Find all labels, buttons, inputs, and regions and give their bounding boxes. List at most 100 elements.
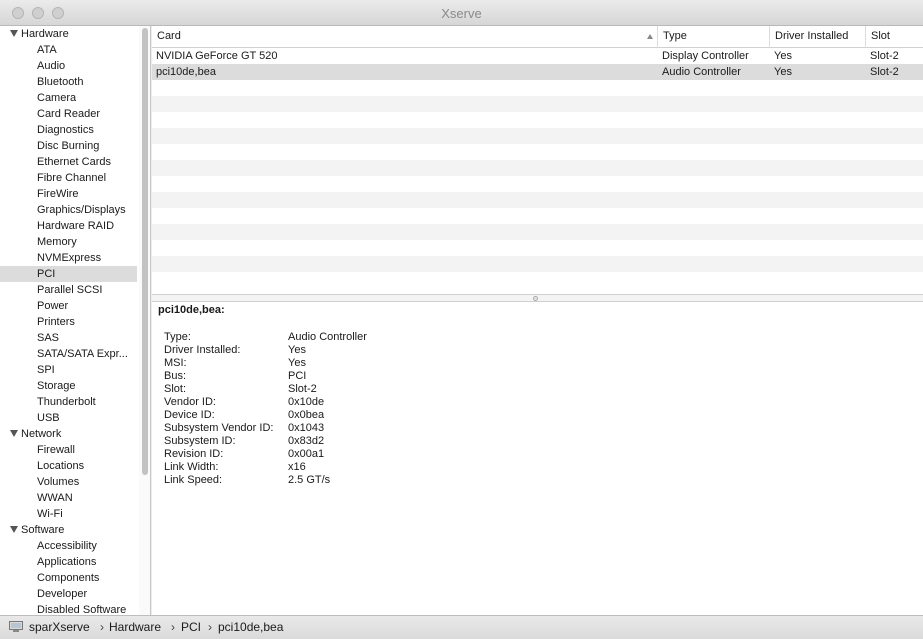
- sidebar-item-graphics-displays[interactable]: Graphics/Displays: [0, 202, 137, 218]
- detail-field-value: Audio Controller: [288, 331, 367, 343]
- sidebar-item-locations[interactable]: Locations: [0, 458, 137, 474]
- empty-table-row: [152, 96, 923, 112]
- sidebar-item-storage[interactable]: Storage: [0, 378, 137, 394]
- cell-card: NVIDIA GeForce GT 520: [156, 50, 278, 62]
- disclosure-triangle-icon[interactable]: [10, 430, 18, 437]
- breadcrumb-item[interactable]: pci10de,bea: [218, 616, 283, 638]
- computer-icon: [9, 621, 23, 632]
- empty-table-row: [152, 128, 923, 144]
- empty-table-row: [152, 80, 923, 96]
- sidebar-item-spi[interactable]: SPI: [0, 362, 137, 378]
- sidebar-item-accessibility[interactable]: Accessibility: [0, 538, 137, 554]
- sidebar-item-components[interactable]: Components: [0, 570, 137, 586]
- column-header-card[interactable]: Card: [152, 26, 658, 48]
- detail-field-value: x16: [288, 461, 306, 473]
- sidebar-item-parallel-scsi[interactable]: Parallel SCSI: [0, 282, 137, 298]
- sidebar-item-hardware-raid[interactable]: Hardware RAID: [0, 218, 137, 234]
- detail-field-label: Device ID:: [164, 409, 215, 421]
- cell-slot: Slot-2: [870, 66, 899, 78]
- title-bar: Xserve: [0, 0, 923, 26]
- empty-table-row: [152, 224, 923, 240]
- breadcrumb-item[interactable]: Hardware: [109, 616, 161, 638]
- detail-field-label: Bus:: [164, 370, 187, 382]
- splitter-handle-icon[interactable]: [533, 296, 538, 301]
- sidebar-item-wi-fi[interactable]: Wi-Fi: [0, 506, 137, 522]
- sidebar-section-label: Software: [21, 524, 65, 536]
- sidebar-section-software[interactable]: Software: [0, 522, 137, 538]
- detail-field-label: MSI:: [164, 357, 187, 369]
- table-row[interactable]: pci10de,bea Audio Controller Yes Slot-2: [152, 64, 923, 80]
- sidebar-section-network[interactable]: Network: [0, 426, 137, 442]
- detail-field-value: 0x1043: [288, 422, 325, 434]
- detail-field-label: Type:: [164, 331, 191, 343]
- empty-table-row: [152, 112, 923, 128]
- system-information-window: Xserve Hardware ATA Audio Bluetooth Camera Ca…: [0, 0, 923, 639]
- sidebar-item-wwan[interactable]: WWAN: [0, 490, 137, 506]
- sidebar-item-ethernet-cards[interactable]: Ethernet Cards: [0, 154, 137, 170]
- sidebar-item-volumes[interactable]: Volumes: [0, 474, 137, 490]
- detail-field-label: Driver Installed:: [164, 344, 241, 356]
- sidebar-item-memory[interactable]: Memory: [0, 234, 137, 250]
- sidebar-section-hardware[interactable]: Hardware: [0, 26, 137, 42]
- table-row[interactable]: NVIDIA GeForce GT 520 Display Controller Y…: [152, 48, 923, 64]
- pane-splitter[interactable]: [152, 294, 923, 302]
- sidebar-item-pci[interactable]: PCI: [0, 266, 137, 282]
- detail-field-label: Link Speed:: [164, 474, 223, 486]
- sidebar-item-developer[interactable]: Developer: [0, 586, 137, 602]
- cell-card: pci10de,bea: [156, 66, 216, 78]
- empty-table-row: [152, 176, 923, 192]
- sidebar-item-disabled-software[interactable]: Disabled Software: [0, 602, 137, 615]
- sidebar-item-card-reader[interactable]: Card Reader: [0, 106, 137, 122]
- sidebar-item-power[interactable]: Power: [0, 298, 137, 314]
- empty-table-row: [152, 240, 923, 256]
- disclosure-triangle-icon[interactable]: [10, 526, 18, 533]
- table-header: Card Type Driver Installed Slot: [152, 26, 923, 48]
- breadcrumb-separator-icon: ›: [100, 620, 104, 634]
- detail-title: pci10de,bea:: [158, 304, 225, 316]
- sidebar-item-firewire[interactable]: FireWire: [0, 186, 137, 202]
- empty-table-row: [152, 208, 923, 224]
- cell-type: Audio Controller: [662, 66, 741, 78]
- sidebar-item-audio[interactable]: Audio: [0, 58, 137, 74]
- detail-field-value: 2.5 GT/s: [288, 474, 331, 486]
- breadcrumb-separator-icon: ›: [208, 620, 212, 634]
- detail-field-label: Slot:: [164, 383, 187, 395]
- breadcrumb-item[interactable]: PCI: [181, 616, 201, 638]
- column-header-driver-installed[interactable]: Driver Installed: [770, 26, 866, 48]
- sidebar-item-ata[interactable]: ATA: [0, 42, 137, 58]
- cell-driver-installed: Yes: [774, 50, 792, 62]
- sidebar-item-disc-burning[interactable]: Disc Burning: [0, 138, 137, 154]
- detail-field-value: 0x83d2: [288, 435, 325, 447]
- sidebar-item-applications[interactable]: Applications: [0, 554, 137, 570]
- cell-slot: Slot-2: [870, 50, 899, 62]
- sidebar-item-usb[interactable]: USB: [0, 410, 137, 426]
- sidebar: Hardware ATA Audio Bluetooth Camera Card Read…: [0, 26, 151, 615]
- empty-table-row: [152, 192, 923, 208]
- detail-field-label: Vendor ID:: [164, 396, 216, 408]
- detail-field-value: PCI: [288, 370, 307, 382]
- sidebar-section-label: Network: [21, 428, 62, 440]
- sidebar-item-nvmexpress[interactable]: NVMExpress: [0, 250, 137, 266]
- sidebar-item-thunderbolt[interactable]: Thunderbolt: [0, 394, 137, 410]
- disclosure-triangle-icon[interactable]: [10, 30, 18, 37]
- detail-field-label: Subsystem ID:: [164, 435, 236, 447]
- column-header-slot[interactable]: Slot: [866, 26, 923, 48]
- sidebar-item-printers[interactable]: Printers: [0, 314, 137, 330]
- sort-ascending-icon: [647, 34, 653, 39]
- detail-field-value: 0x00a1: [288, 448, 325, 460]
- column-header-type[interactable]: Type: [658, 26, 770, 48]
- sidebar-item-fibre-channel[interactable]: Fibre Channel: [0, 170, 137, 186]
- sidebar-scrollbar-thumb[interactable]: [142, 28, 148, 475]
- sidebar-item-sas[interactable]: SAS: [0, 330, 137, 346]
- sidebar-item-firewall[interactable]: Firewall: [0, 442, 137, 458]
- detail-pane: pci10de,bea: Type: Audio Controller Driver…: [152, 302, 923, 615]
- sidebar-item-sata-sata-expr[interactable]: SATA/SATA Expr...: [0, 346, 137, 362]
- sidebar-item-bluetooth[interactable]: Bluetooth: [0, 74, 137, 90]
- sidebar-item-diagnostics[interactable]: Diagnostics: [0, 122, 137, 138]
- detail-field-label: Revision ID:: [164, 448, 224, 460]
- detail-field-label: Subsystem Vendor ID:: [164, 422, 274, 434]
- sidebar-item-camera[interactable]: Camera: [0, 90, 137, 106]
- breadcrumb-item[interactable]: sparXserve: [29, 616, 90, 638]
- device-table: Card Type Driver Installed Slot NVIDIA G…: [152, 26, 923, 294]
- cell-type: Display Controller: [662, 50, 749, 62]
